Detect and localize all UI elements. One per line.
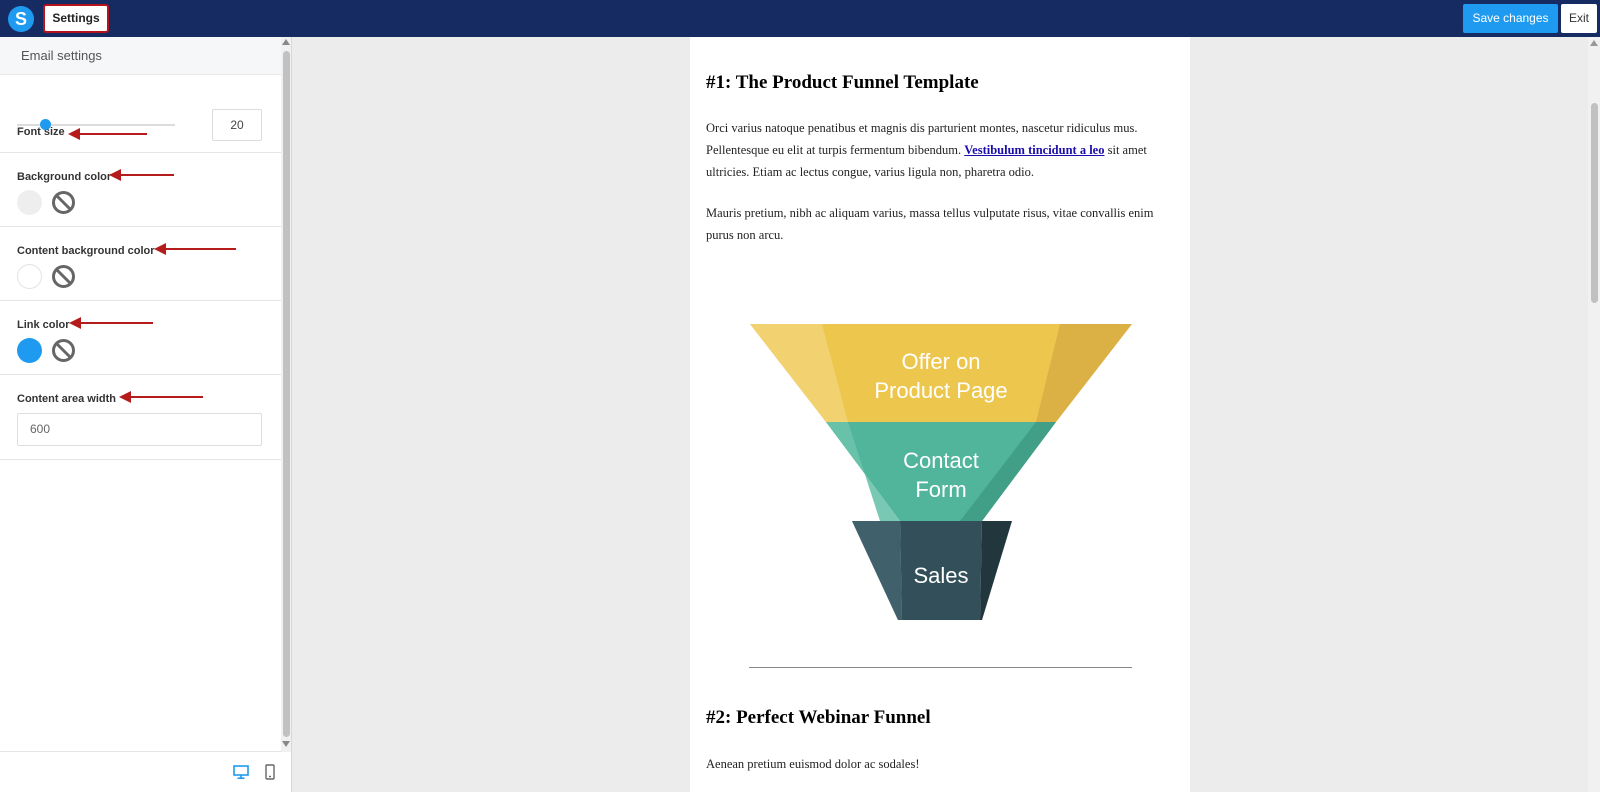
exit-button[interactable]: Exit <box>1561 4 1597 33</box>
link-color-swatch[interactable] <box>17 338 42 363</box>
mobile-icon[interactable] <box>264 764 276 780</box>
settings-sidebar: Email settings Font size 20 Background c… <box>0 37 292 792</box>
content-area-width-label: Content area width <box>17 393 117 405</box>
font-size-input[interactable]: 20 <box>212 109 262 141</box>
annotation-arrow-icon <box>109 169 174 181</box>
app-logo[interactable]: S <box>8 6 34 32</box>
content-area-width-input[interactable]: 600 <box>17 413 262 446</box>
funnel-bottom-label: Sales <box>913 563 968 588</box>
top-bar: S Settings Save changes Exit <box>0 0 1600 37</box>
email-heading-2: #2: Perfect Webinar Funnel <box>706 707 931 728</box>
device-toggle-bar <box>0 751 282 792</box>
no-color-icon[interactable] <box>51 264 76 289</box>
link-color-section <box>0 301 282 375</box>
funnel-middle-label-2: Form <box>915 477 966 502</box>
content-background-color-section <box>0 227 282 301</box>
divider <box>749 667 1132 668</box>
funnel-image: Offer on Product Page Contact Form Sales <box>750 324 1132 620</box>
funnel-top-label-2: Product Page <box>874 378 1007 403</box>
email-paragraph-3: Aenean pretium euismod dolor ac sodales! <box>706 757 920 771</box>
sidebar-scroll-thumb[interactable] <box>283 51 290 737</box>
background-color-section <box>0 153 282 227</box>
background-color-swatch[interactable] <box>17 190 42 215</box>
link-color-label: Link color <box>17 319 70 331</box>
background-color-label: Background color <box>17 171 112 183</box>
panel-header: Email settings <box>0 37 282 75</box>
font-size-slider-handle[interactable] <box>39 119 51 130</box>
funnel-top-label-1: Offer on <box>901 349 980 374</box>
scroll-down-arrow-icon[interactable] <box>282 741 290 747</box>
email-heading-1: #1: The Product Funnel Template <box>706 72 979 93</box>
content-background-color-swatch[interactable] <box>17 264 42 289</box>
annotation-arrow-icon <box>69 317 153 329</box>
scroll-up-arrow-icon[interactable] <box>282 39 290 45</box>
annotation-arrow-icon <box>154 243 236 255</box>
scroll-up-arrow-icon[interactable] <box>1590 40 1598 46</box>
email-paragraph-2: Mauris pretium, nibh ac aliquam varius, … <box>706 206 1154 242</box>
funnel-middle-label-1: Contact <box>903 448 979 473</box>
annotation-arrow-icon <box>68 128 147 140</box>
content-background-color-label: Content background color <box>17 245 155 257</box>
annotation-arrow-icon <box>119 391 203 403</box>
no-color-icon[interactable] <box>51 338 76 363</box>
settings-tab[interactable]: Settings <box>43 4 109 33</box>
save-changes-button[interactable]: Save changes <box>1463 4 1558 33</box>
main-scrollbar[interactable] <box>1588 37 1600 792</box>
email-canvas: #1: The Product Funnel Template Orci var… <box>690 37 1190 792</box>
desktop-icon[interactable] <box>233 764 249 780</box>
sidebar-scrollbar[interactable] <box>281 37 291 752</box>
email-link[interactable]: Vestibulum tincidunt a leo <box>964 143 1104 157</box>
main-scroll-thumb[interactable] <box>1591 103 1598 303</box>
email-paragraph-1: Orci varius natoque penatibus et magnis … <box>706 117 1176 183</box>
no-color-icon[interactable] <box>51 190 76 215</box>
